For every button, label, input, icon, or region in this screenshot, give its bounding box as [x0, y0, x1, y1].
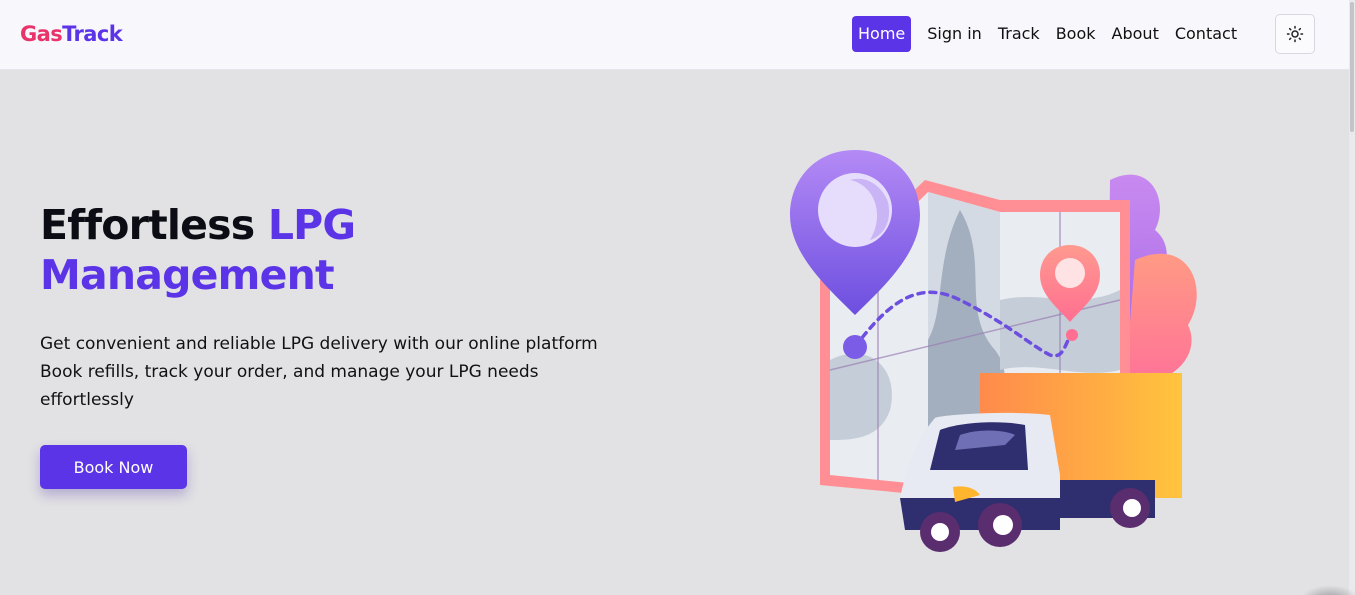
theme-toggle-button[interactable] [1275, 14, 1315, 54]
hero-description: Get convenient and reliable LPG delivery… [40, 330, 680, 414]
hero-title-accent-management: Management [40, 251, 335, 299]
hero-description-line: Get convenient and reliable LPG delivery… [40, 334, 598, 354]
nav-sign-in-link[interactable]: Sign in [919, 16, 990, 52]
nav-track-link[interactable]: Track [990, 16, 1048, 52]
hero-description-line: effortlessly [40, 390, 134, 410]
delivery-map-illustration [790, 150, 1197, 552]
main-nav: Home Sign in Track Book About Contact [852, 16, 1245, 52]
nav-book-link[interactable]: Book [1048, 16, 1104, 52]
sun-icon [1286, 25, 1304, 43]
nav-about-link[interactable]: About [1104, 16, 1167, 52]
hero-title-accent-lpg: LPG [267, 201, 356, 249]
hero-title-part1: Effortless [40, 201, 255, 249]
brand-logo-part2: Track [62, 22, 123, 46]
navbar: GasTrack Home Sign in Track Book About C… [0, 0, 1355, 70]
page-scrollbar[interactable] [1349, 0, 1355, 595]
nav-home-link[interactable]: Home [852, 16, 912, 52]
scrollbar-thumb[interactable] [1350, 2, 1354, 132]
hero-description-line: Book refills, track your order, and mana… [40, 362, 539, 382]
book-now-button[interactable]: Book Now [40, 445, 187, 489]
brand-logo-part1: Gas [20, 22, 63, 46]
brand-logo[interactable]: GasTrack [20, 20, 123, 48]
nav-contact-link[interactable]: Contact [1167, 16, 1245, 52]
hero-title: Effortless LPG Management [40, 200, 640, 300]
scroll-to-top-shadow [1300, 585, 1355, 595]
